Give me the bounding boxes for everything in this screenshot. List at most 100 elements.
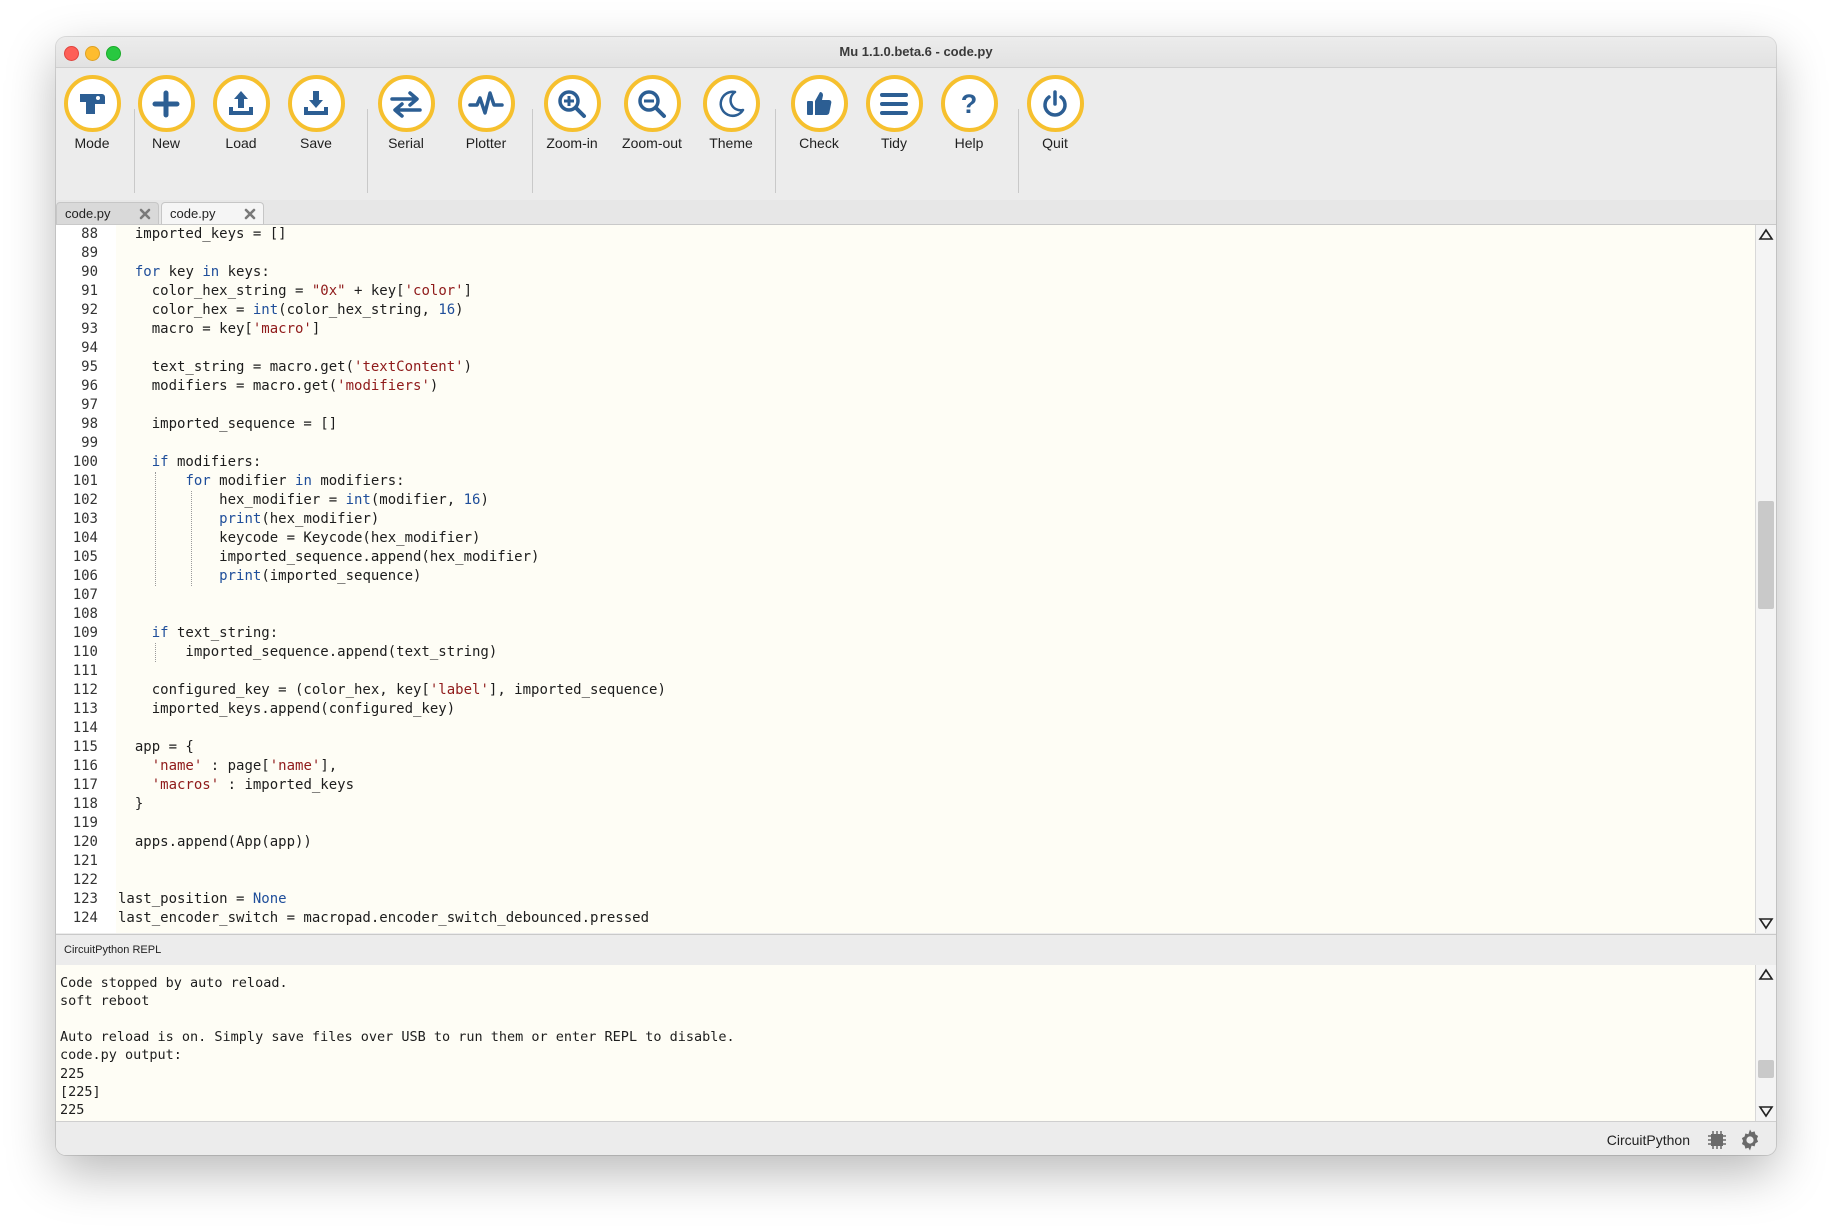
code-line[interactable]: 116 'name' : page['name'], [56, 757, 1756, 776]
code-line[interactable]: 119 [56, 814, 1756, 833]
editor-scrollbar[interactable] [1755, 225, 1776, 933]
power-icon [1026, 75, 1084, 132]
code-text: macro = key['macro'] [118, 321, 321, 337]
tab-code-py-2[interactable]: code.py [161, 202, 264, 224]
lines-icon [865, 75, 923, 132]
indent-guide [155, 643, 157, 662]
tab-label: code.py [170, 206, 216, 221]
current-mode-label[interactable]: CircuitPython [1607, 1132, 1690, 1148]
line-number: 88 [81, 226, 98, 242]
code-line[interactable]: 93 macro = key['macro'] [56, 320, 1756, 339]
toolbar: Mode New Load Save Serial Plotter Zoom-in Zoom-… [56, 68, 1776, 196]
code-line[interactable]: 124 last_encoder_switch = macropad.encode… [56, 909, 1756, 928]
question-icon: ? [940, 75, 998, 132]
code-line[interactable]: 120 apps.append(App(app)) [56, 833, 1756, 852]
plotter-button[interactable]: Plotter [448, 75, 524, 171]
scroll-up-icon[interactable] [1758, 967, 1774, 981]
code-line[interactable]: 109 if text_string: [56, 624, 1756, 643]
code-line[interactable]: 103 print(hex_modifier) [56, 510, 1756, 529]
code-line[interactable]: 114 [56, 719, 1756, 738]
code-line[interactable]: 113 imported_keys.append(configured_key) [56, 700, 1756, 719]
thumbs-up-icon [790, 75, 848, 132]
code-line[interactable]: 96 modifiers = macro.get('modifiers') [56, 377, 1756, 396]
line-number: 120 [72, 834, 98, 850]
code-line[interactable]: 89 [56, 244, 1756, 263]
code-line[interactable]: 102 hex_modifier = int(modifier, 16) [56, 491, 1756, 510]
code-text: apps.append(App(app)) [118, 834, 312, 850]
code-line[interactable]: 112 configured_key = (color_hex, key['la… [56, 681, 1756, 700]
editor-scroll-thumb[interactable] [1758, 501, 1774, 609]
code-line[interactable]: 106 print(imported_sequence) [56, 567, 1756, 586]
line-number: 115 [72, 739, 98, 755]
code-line[interactable]: 101 for modifier in modifiers: [56, 472, 1756, 491]
code-line[interactable]: 88 imported_keys = [] [56, 225, 1756, 244]
code-line[interactable]: 97 [56, 396, 1756, 415]
line-number: 102 [72, 492, 98, 508]
zoom-in-icon [543, 75, 601, 132]
scroll-down-icon[interactable] [1758, 1105, 1774, 1119]
repl-scroll-thumb[interactable] [1758, 1060, 1774, 1078]
code-text: keycode = Keycode(hex_modifier) [118, 530, 481, 546]
toolbar-button-label: New [151, 135, 180, 151]
code-line[interactable]: 122 [56, 871, 1756, 890]
swap-arrows-icon [377, 75, 435, 132]
line-number: 96 [81, 378, 98, 394]
code-line[interactable]: 111 [56, 662, 1756, 681]
code-line[interactable]: 107 [56, 586, 1756, 605]
code-line[interactable]: 118 } [56, 795, 1756, 814]
serial-button[interactable]: Serial [368, 75, 444, 171]
zoom-out-icon [623, 75, 681, 132]
quit-button[interactable]: Quit [1017, 75, 1093, 171]
repl-line: Auto reload is on. Simply save files ove… [60, 1029, 735, 1046]
tab-bar: code.py code.py [56, 200, 1776, 225]
mode-button[interactable]: Mode [56, 75, 130, 171]
toolbar-button-label: Load [225, 135, 257, 151]
line-number: 99 [81, 435, 98, 451]
gear-icon[interactable] [1738, 1128, 1762, 1152]
code-line[interactable]: 92 color_hex = int(color_hex_string, 16) [56, 301, 1756, 320]
line-number: 122 [72, 872, 98, 888]
code-line[interactable]: 100 if modifiers: [56, 453, 1756, 472]
theme-button[interactable]: Theme [693, 75, 769, 171]
code-line[interactable]: 98 imported_sequence = [] [56, 415, 1756, 434]
code-line[interactable]: 110 imported_sequence.append(text_string… [56, 643, 1756, 662]
chip-icon[interactable] [1706, 1129, 1728, 1151]
window-title: Mu 1.1.0.beta.6 - code.py [839, 44, 993, 59]
scroll-down-icon[interactable] [1758, 917, 1774, 931]
code-line[interactable]: 95 text_string = macro.get('textContent'… [56, 358, 1756, 377]
code-line[interactable]: 105 imported_sequence.append(hex_modifie… [56, 548, 1756, 567]
title-bar: Mu 1.1.0.beta.6 - code.py [56, 37, 1776, 68]
code-line[interactable]: 121 [56, 852, 1756, 871]
close-tab-icon[interactable] [243, 207, 257, 221]
line-number: 103 [72, 511, 98, 527]
code-line[interactable]: 123 last_position = None [56, 890, 1756, 909]
save-button[interactable]: Save [278, 75, 354, 171]
line-number: 118 [72, 796, 98, 812]
tidy-button[interactable]: Tidy [856, 75, 932, 171]
new-button[interactable]: New [128, 75, 204, 171]
code-line[interactable]: 94 [56, 339, 1756, 358]
plus-icon [137, 75, 195, 132]
scroll-up-icon[interactable] [1758, 227, 1774, 241]
tab-code-py-1[interactable]: code.py [56, 202, 159, 224]
zoom-out-button[interactable]: Zoom-out [614, 75, 690, 171]
code-editor[interactable]: 88 imported_keys = [] 89 90 for key in key… [56, 225, 1756, 933]
zoom-in-button[interactable]: Zoom-in [534, 75, 610, 171]
code-text: imported_keys = [] [118, 226, 287, 242]
repl-line: [225] [60, 1083, 101, 1100]
help-button[interactable]: ? Help [931, 75, 1007, 171]
check-button[interactable]: Check [781, 75, 857, 171]
code-line[interactable]: 117 'macros' : imported_keys [56, 776, 1756, 795]
line-number: 119 [72, 815, 98, 831]
code-line[interactable]: 91 color_hex_string = "0x" + key['color'… [56, 282, 1756, 301]
code-line[interactable]: 104 keycode = Keycode(hex_modifier) [56, 529, 1756, 548]
code-line[interactable]: 99 [56, 434, 1756, 453]
close-tab-icon[interactable] [138, 207, 152, 221]
line-number: 92 [81, 302, 98, 318]
line-number: 123 [72, 891, 98, 907]
repl-scrollbar[interactable] [1755, 965, 1776, 1121]
code-line[interactable]: 90 for key in keys: [56, 263, 1756, 282]
load-button[interactable]: Load [203, 75, 279, 171]
code-line[interactable]: 115 app = { [56, 738, 1756, 757]
code-line[interactable]: 108 [56, 605, 1756, 624]
